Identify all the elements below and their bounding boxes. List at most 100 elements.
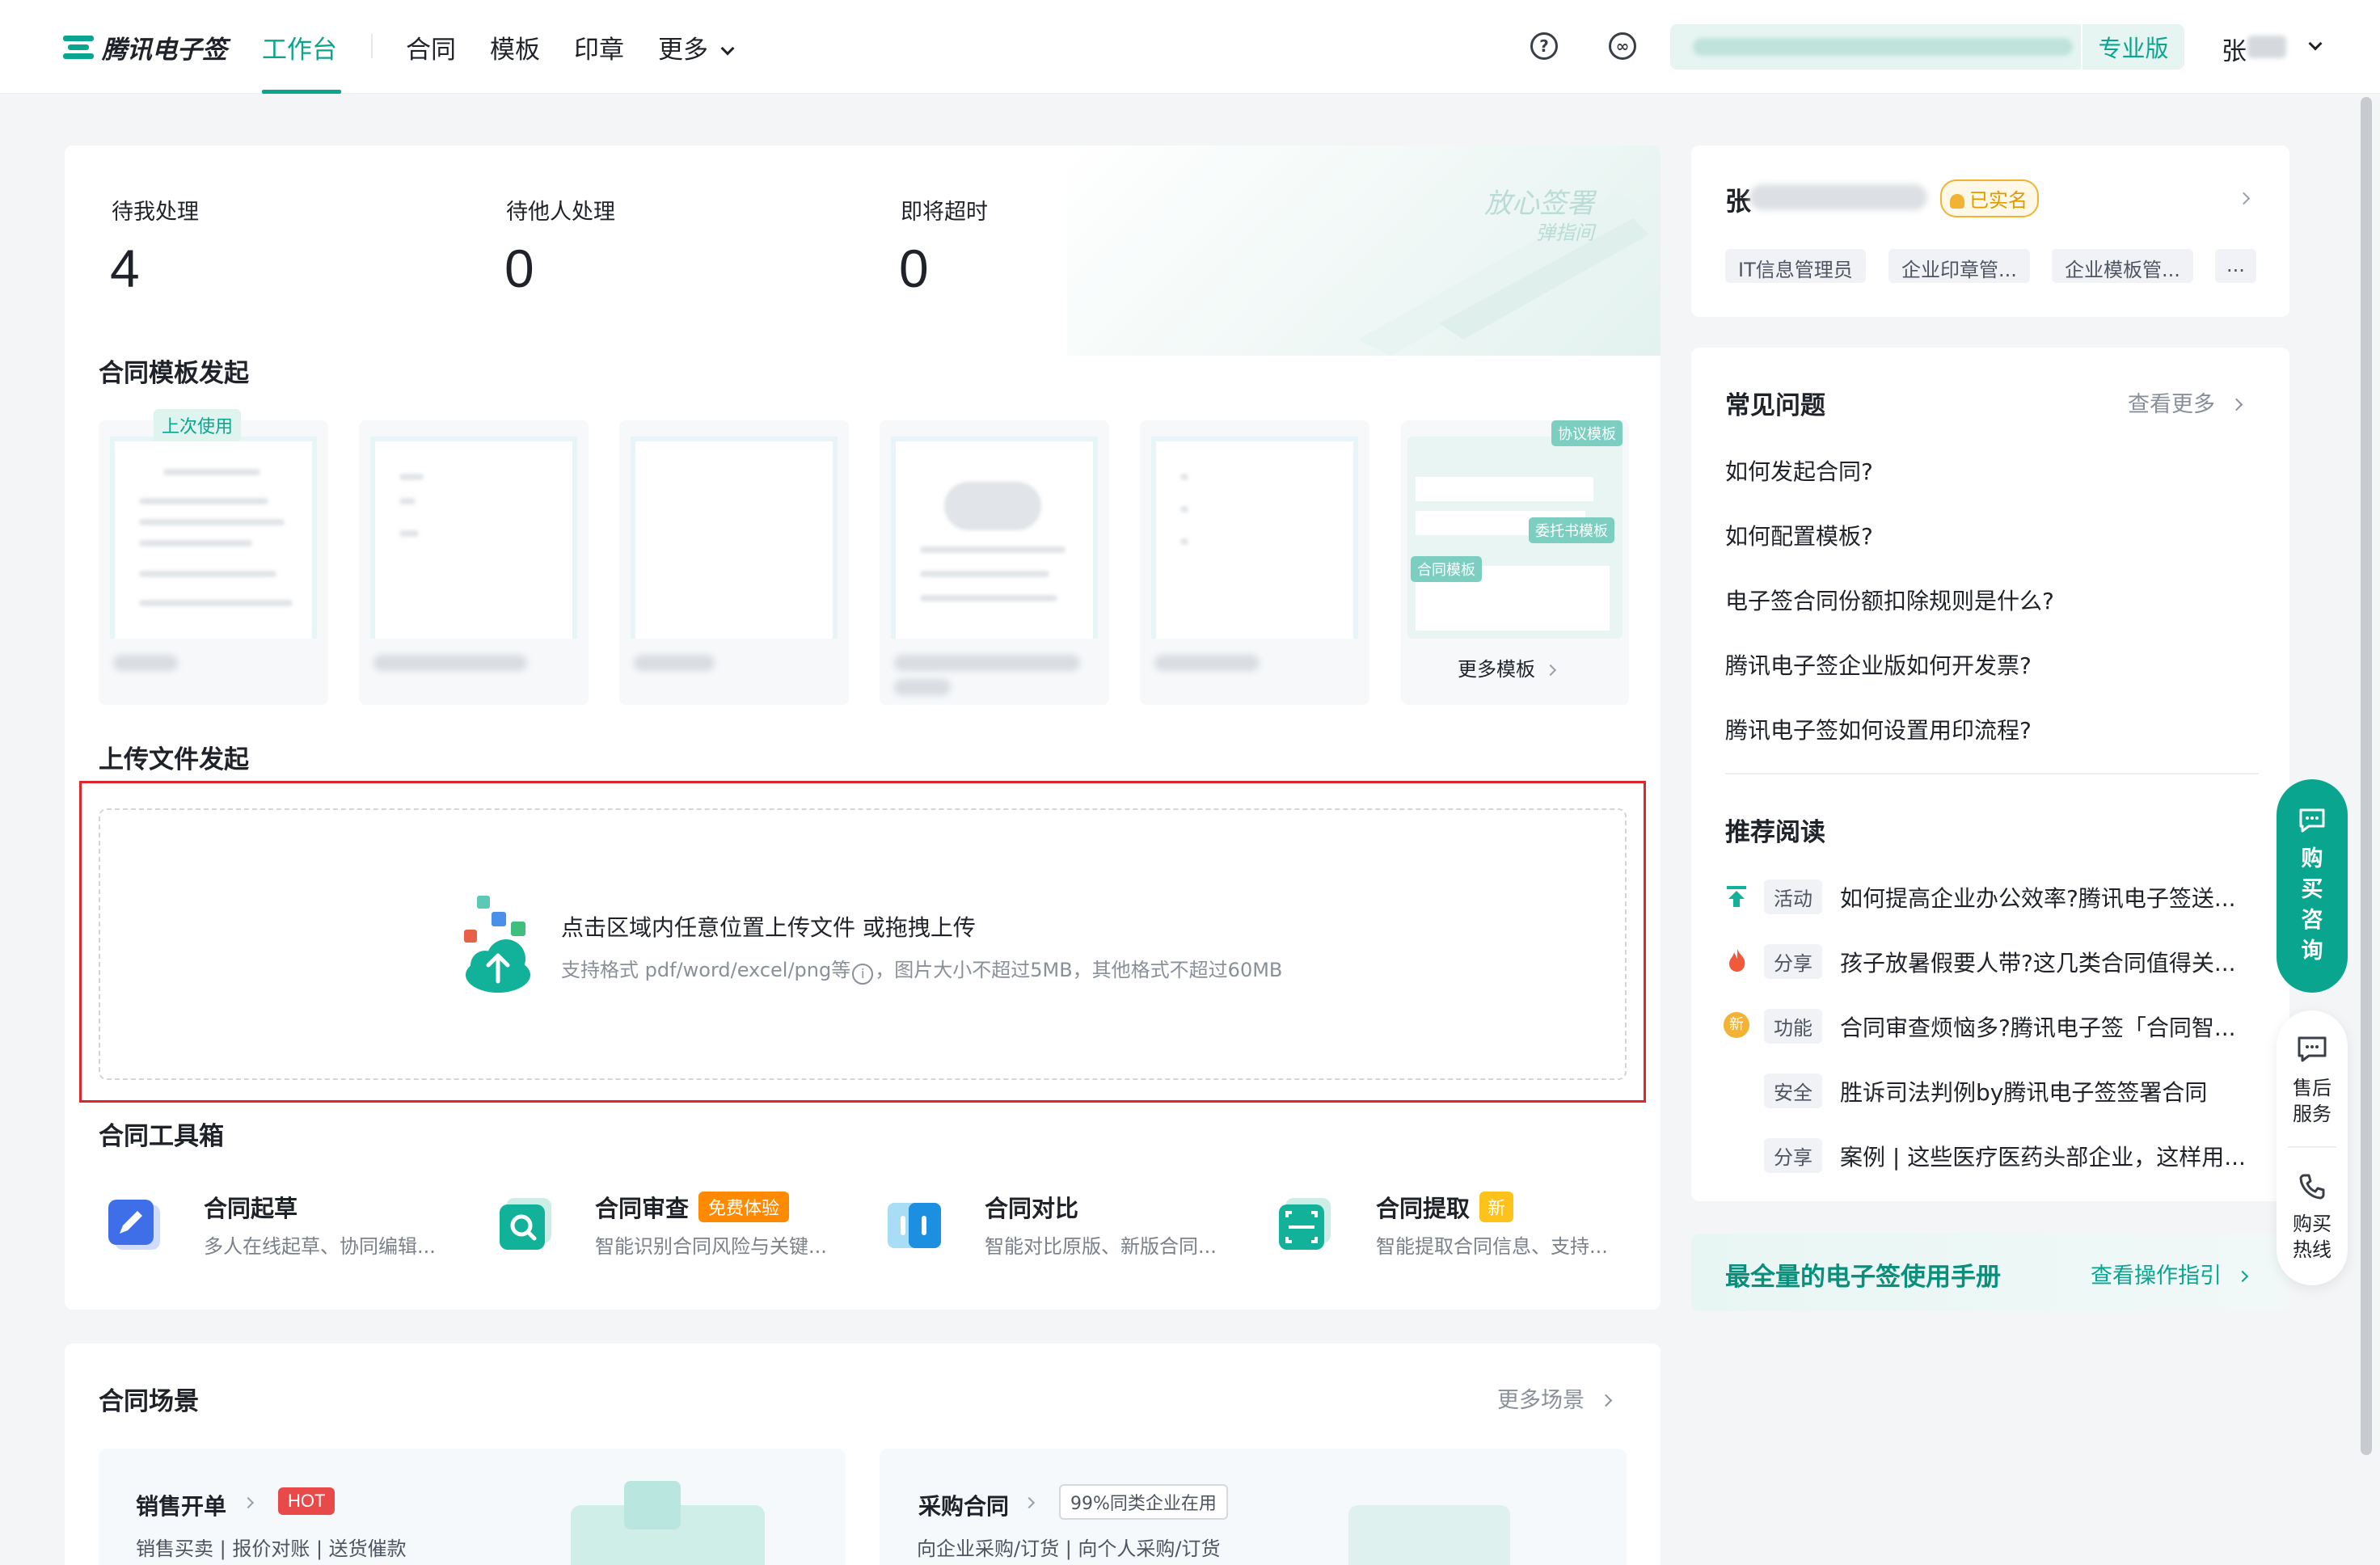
hotline-label: 购买 [2293,1213,2331,1235]
chevron-right-icon [1599,1394,1612,1407]
new-badge: 新 [1479,1192,1514,1222]
compare-icon[interactable] [884,1193,946,1255]
extract-scan-icon[interactable] [1274,1193,1336,1255]
tool-title-review[interactable]: 合同审查 [595,1190,689,1224]
faq-item[interactable]: 电子签合同份额扣除规则是什么? [1725,584,2054,616]
template-preview [110,437,317,639]
profile-name[interactable]: 张 [1725,181,1751,218]
power-of-attorney-template-tag: 委托书模板 [1529,517,1614,543]
chevron-right-icon [1023,1496,1036,1509]
more-scenes-link[interactable]: 更多场景 [1497,1382,1612,1414]
chevron-right-icon [242,1496,255,1509]
reading-item[interactable]: 活动 如何提高企业办公效率?腾讯电子签送... [1724,880,2257,914]
tool-title-extract[interactable]: 合同提取 [1376,1190,1470,1224]
manual-title: 最全量的电子签使用手册 [1725,1263,2001,1292]
draft-pen-icon[interactable] [103,1193,165,1255]
faq-item[interactable]: 腾讯电子签如何设置用印流程? [1725,713,2032,745]
manual-link-label: 查看操作指引 [2091,1263,2222,1289]
phone-icon [2299,1174,2325,1200]
chat-bubble-icon [2298,1036,2327,1062]
after-sales-label: 服务 [2293,1103,2331,1125]
page-scrollbar[interactable] [2361,97,2372,1455]
hot-badge: HOT [278,1487,335,1515]
reading-tag: 功能 [1764,1009,1822,1044]
scene-title-sales: 销售开单 [136,1493,227,1520]
nav-tab-seals[interactable]: 印章 [574,29,624,65]
more-templates-link[interactable]: 更多模板 [1458,653,1556,681]
template-card-3[interactable] [619,420,849,705]
watermark-line2: 弹指间 [1536,221,1594,244]
tool-title-compare[interactable]: 合同对比 [985,1190,1078,1224]
faq-item[interactable]: 如何配置模板? [1725,519,1873,551]
stat-value-pending-me[interactable]: 4 [110,238,140,299]
template-preview [1151,437,1358,639]
nav-more-label: 更多 [658,36,708,65]
logo[interactable]: 腾讯电子签 [63,29,227,65]
link-icon[interactable]: ∞ [1609,32,1636,60]
scene-card-purchase[interactable]: 采购合同 99%同类企业在用 向企业采购/订货 | 向个人采购/订货 [880,1449,1627,1565]
reading-title: 案例 | 这些医疗医药头部企业，这样用... [1840,1144,2246,1171]
faq-item[interactable]: 如何发起合同? [1725,454,1873,487]
template-card-4[interactable] [880,420,1109,705]
verified-user-icon [1950,194,1964,209]
help-icon[interactable]: ? [1530,32,1558,60]
chevron-right-icon [1544,664,1556,677]
manual-link[interactable]: 查看操作指引 [2091,1258,2248,1289]
divider [2288,1146,2336,1148]
service-floating-panel: 售后 服务 购买 热线 [2277,1010,2348,1285]
templates-section-title: 合同模板发起 [99,359,249,388]
upload-section-title: 上传文件发起 [99,745,249,774]
user-name[interactable]: 张 [2222,31,2247,67]
verified-badge: 已实名 [1940,179,2039,217]
more-templates-label: 更多模板 [1458,658,1535,681]
nav-tab-workbench[interactable]: 工作台 [262,29,337,65]
review-search-icon[interactable] [495,1193,556,1255]
template-card-1[interactable] [99,420,328,705]
organization-name-blurred [1693,38,2073,56]
nav-tab-contracts[interactable]: 合同 [406,29,456,65]
after-sales-label: 售后 [2293,1077,2331,1099]
buy-consult-char: 询 [2301,939,2323,964]
logo-icon [63,34,94,61]
stat-label-expiring: 即将超时 [901,200,988,225]
nav-tab-templates[interactable]: 模板 [490,29,540,65]
stat-value-expiring[interactable]: 0 [899,238,929,299]
scene-card-sales[interactable]: 销售开单 HOT 销售买卖 | 报价对账 | 送货催款 [99,1449,846,1565]
nav-divider [371,34,373,58]
reading-item[interactable]: 新 功能 合同审查烦恼多?腾讯电子签「合同智... [1724,1009,2257,1044]
role-tag-seal-admin: 企业印章管... [1888,249,2030,283]
user-name-blurred [2247,36,2286,58]
buy-consult-button[interactable]: 购 买 咨 询 [2277,779,2348,993]
nav-tab-more[interactable]: 更多 [658,29,735,65]
verified-label: 已实名 [1969,189,2028,212]
role-tag-template-admin: 企业模板管... [2052,249,2193,283]
tool-desc-extract: 智能提取合同信息、支持... [1376,1235,1608,1258]
reading-item[interactable]: 分享 案例 | 这些医疗医药头部企业，这样用... [1724,1138,2257,1173]
stat-value-pending-others[interactable]: 0 [504,238,534,299]
template-name-blurred [894,655,1080,671]
faq-more-link[interactable]: 查看更多 [2128,386,2243,418]
user-menu-chevron-icon[interactable] [2308,36,2323,51]
reading-tag: 分享 [1764,944,1822,979]
scene-desc-purchase: 向企业采购/订货 | 向个人采购/订货 [917,1538,1221,1560]
more-templates-card[interactable]: 协议模板 委托书模板 合同模板 更多模板 [1401,420,1629,705]
edition-badge[interactable]: 专业版 [2081,24,2184,70]
organization-switcher[interactable] [1670,24,2091,70]
usage-badge: 99%同类企业在用 [1059,1484,1228,1520]
tool-title-draft[interactable]: 合同起草 [204,1190,298,1224]
template-card-2[interactable] [359,420,589,705]
reading-title: 如何提高企业办公效率?腾讯电子签送... [1840,885,2236,912]
template-card-5[interactable] [1140,420,1369,705]
template-name-blurred [1154,655,1260,671]
manual-banner[interactable]: 最全量的电子签使用手册 查看操作指引 [1691,1234,2289,1311]
reading-item[interactable]: 分享 孩子放暑假要人带?这几类合同值得关... [1724,944,2257,979]
faq-item[interactable]: 腾讯电子签企业版如何开发票? [1725,648,2032,681]
reading-section-title: 推荐阅读 [1725,818,1825,847]
decorative-lines-icon [1358,194,1649,356]
reading-item[interactable]: 安全 胜诉司法判例by腾讯电子签签署合同 [1724,1074,2257,1108]
highlight-frame [79,781,1646,1103]
role-tag-more[interactable]: ... [2215,249,2256,283]
nav-active-indicator [262,90,341,94]
chevron-right-icon [2230,398,2243,411]
contract-template-tag: 合同模板 [1411,556,1482,582]
